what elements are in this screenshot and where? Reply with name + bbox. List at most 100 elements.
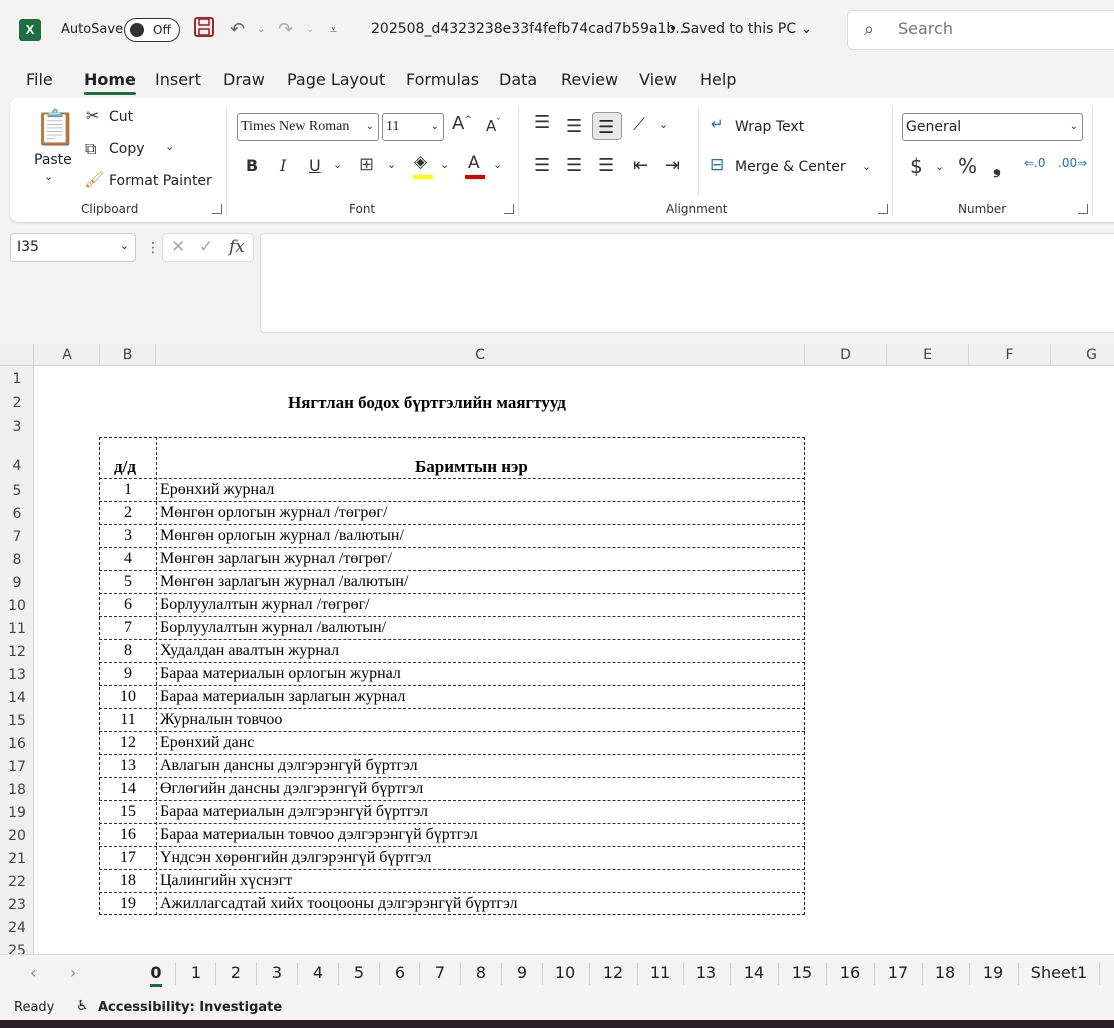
sheet-tab[interactable]: 1 (186, 963, 206, 982)
sheet-tab[interactable]: 0 (146, 963, 166, 987)
table-cell-name[interactable]: Бараа материалын дэлгэрэнгүй бүртгэл (160, 803, 428, 821)
format-painter-button[interactable]: Format Painter (109, 173, 212, 189)
align-middle-icon[interactable]: ☰ (566, 116, 582, 137)
fill-color-icon[interactable]: ◈ (414, 152, 427, 172)
table-cell-number[interactable]: 12 (100, 734, 156, 752)
table-cell-number[interactable]: 1 (100, 481, 156, 499)
font-color-icon[interactable]: A (468, 153, 480, 173)
row-header[interactable]: 12 (0, 644, 34, 660)
accessibility-status[interactable]: Accessibility: Investigate (98, 1000, 282, 1015)
more-options-icon[interactable]: ⋮ (146, 240, 160, 256)
tab-insert[interactable]: Insert (155, 70, 201, 89)
underline-button[interactable]: U (309, 156, 321, 175)
table-cell-name[interactable]: Худалдан авалтын журнал (160, 642, 339, 660)
table-cell-number[interactable]: 13 (100, 757, 156, 775)
row-header[interactable]: 11 (0, 621, 34, 637)
merge-center-icon[interactable]: ⊟ (710, 155, 724, 175)
table-cell-number[interactable]: 10 (100, 688, 156, 706)
table-cell-number[interactable]: 9 (100, 665, 156, 683)
sheet-tab[interactable]: 11 (645, 963, 675, 982)
comma-style-button[interactable]: ❟ (993, 154, 1001, 178)
row-header[interactable]: 4 (0, 458, 34, 474)
sheet-tab[interactable]: 10 (550, 963, 580, 982)
table-cell-name[interactable]: Өглөгийн дансны дэлгэрэнгүй бүртгэл (160, 780, 423, 798)
tab-home[interactable]: Home (84, 70, 136, 95)
orientation-dropdown-icon[interactable]: ⌄ (659, 118, 668, 131)
paste-button[interactable]: Paste (34, 152, 72, 168)
row-header[interactable]: 5 (0, 483, 34, 499)
font-color-dropdown-icon[interactable]: ⌄ (493, 158, 502, 171)
alignment-launcher-icon[interactable] (878, 204, 888, 214)
sheet-tab[interactable]: 8 (471, 963, 491, 982)
row-header[interactable]: 18 (0, 782, 34, 798)
tab-draw[interactable]: Draw (223, 70, 265, 89)
percent-button[interactable]: % (958, 154, 977, 178)
table-cell-number[interactable]: 3 (100, 527, 156, 545)
redo-dropdown-icon[interactable]: ⌄ (306, 16, 314, 44)
insert-function-icon[interactable]: fx (229, 237, 245, 257)
sheet-tab[interactable]: 14 (739, 963, 769, 982)
sheet-tab[interactable]: 6 (390, 963, 410, 982)
italic-button[interactable]: I (280, 156, 286, 175)
sheet-tab[interactable]: 7 (430, 963, 450, 982)
row-header[interactable]: 21 (0, 851, 34, 867)
decrease-font-size-icon[interactable]: Aˇ (486, 117, 501, 135)
sheet-tab[interactable]: 2 (226, 963, 246, 982)
table-cell-name[interactable]: Мөнгөн зарлагын журнал /төгрөг/ (160, 550, 392, 568)
row-header[interactable]: 8 (0, 552, 34, 568)
sheet-tab[interactable]: 5 (349, 963, 369, 982)
sheet-tab[interactable]: 15 (787, 963, 817, 982)
font-launcher-icon[interactable] (504, 204, 514, 214)
tab-review[interactable]: Review (561, 70, 618, 89)
tab-formulas[interactable]: Formulas (406, 70, 479, 89)
name-box[interactable]: I35 ⌄ (10, 233, 136, 262)
row-header[interactable]: 9 (0, 575, 34, 591)
orientation-icon[interactable]: ⟋ (633, 115, 645, 135)
table-cell-name[interactable]: Борлуулалтын журнал /валютын/ (160, 619, 386, 637)
tab-page-layout[interactable]: Page Layout (287, 70, 385, 89)
copy-dropdown-icon[interactable]: ⌄ (165, 140, 174, 153)
sheet-tab[interactable]: 4 (308, 963, 328, 982)
sheet-tab[interactable]: 17 (883, 963, 913, 982)
table-cell-name[interactable]: Ерөнхий данс (160, 734, 254, 752)
underline-dropdown-icon[interactable]: ⌄ (333, 158, 342, 171)
font-size-select[interactable]: 11 ⌄ (382, 113, 444, 141)
table-cell-number[interactable]: 5 (100, 573, 156, 591)
currency-dropdown-icon[interactable]: ⌄ (935, 160, 944, 173)
column-header-d[interactable]: D (805, 344, 887, 366)
decrease-indent-icon[interactable]: ⇤ (633, 155, 648, 176)
copy-button[interactable]: Copy (109, 141, 145, 157)
column-header-e[interactable]: E (887, 344, 969, 366)
number-format-select[interactable]: General ⌄ (902, 113, 1083, 141)
search-box[interactable]: ⌕ (847, 10, 1114, 50)
column-header-a[interactable]: A (35, 344, 100, 366)
tab-file[interactable]: File (26, 70, 53, 89)
row-header[interactable]: 19 (0, 805, 34, 821)
table-cell-name[interactable]: Авлагын дансны дэлгэрэнгүй бүртгэл (160, 757, 418, 775)
table-cell-name[interactable]: Мөнгөн зарлагын журнал /валютын/ (160, 573, 408, 591)
row-header[interactable]: 23 (0, 897, 34, 913)
row-header[interactable]: 14 (0, 690, 34, 706)
row-header[interactable]: 1 (0, 371, 34, 387)
file-name[interactable]: 202508_d4323238e33f4fefb74cad7b59a1b... (371, 21, 689, 37)
decrease-decimal-icon[interactable]: .00⇒ (1058, 156, 1087, 170)
row-header[interactable]: 25 (0, 943, 34, 954)
currency-button[interactable]: $ (910, 154, 923, 178)
align-center-icon[interactable]: ☰ (566, 155, 582, 176)
table-cell-number[interactable]: 8 (100, 642, 156, 660)
undo-icon[interactable]: ↶ (230, 16, 245, 44)
cut-icon[interactable]: ✂ (86, 106, 99, 125)
cancel-icon[interactable]: ✕ (171, 237, 185, 257)
align-bottom-button[interactable]: ☰ (592, 112, 622, 140)
merge-center-dropdown-icon[interactable]: ⌄ (862, 160, 871, 173)
enter-icon[interactable]: ✓ (199, 237, 213, 257)
align-left-icon[interactable]: ☰ (534, 155, 550, 176)
align-top-icon[interactable]: ☰ (534, 112, 550, 133)
table-cell-number[interactable]: 4 (100, 550, 156, 568)
customize-toolbar-icon[interactable]: ⩡ (330, 16, 337, 44)
table-cell-number[interactable]: 7 (100, 619, 156, 637)
sheet-tab[interactable]: 18 (930, 963, 960, 982)
table-cell-number[interactable]: 6 (100, 596, 156, 614)
table-cell-name[interactable]: Бараа материалын товчоо дэлгэрэнгүй бүрт… (160, 826, 478, 844)
font-name-select[interactable]: Times New Roman ⌄ (237, 113, 379, 141)
